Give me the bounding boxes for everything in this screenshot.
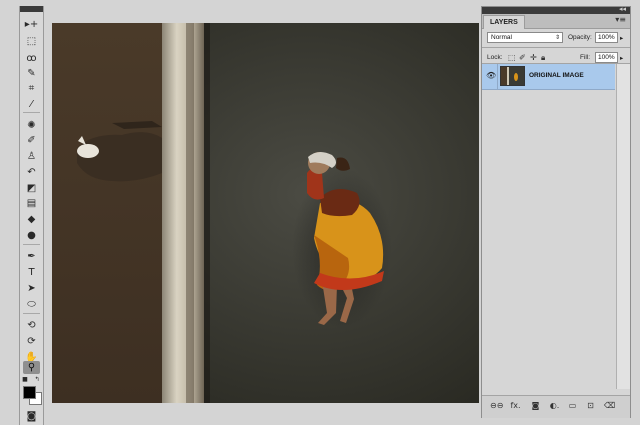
- layers-panel-titlebar[interactable]: ◂◂: [482, 5, 630, 14]
- history-brush-tool-icon[interactable]: ↶: [23, 166, 40, 179]
- path-selection-tool-icon[interactable]: ➤: [23, 282, 40, 295]
- new-group-icon[interactable]: ▭: [567, 400, 578, 411]
- tools-panel-grip[interactable]: [20, 6, 43, 12]
- tools-panel: ▸+ ⬚ ꝏ ✎ ⌗ ⁄ ✺ ✐ ♙ ↶ ◩ ▤ ◆ ● ✒ T ➤ ⬭ ⟲ ⟳ ✋ ⚲ ■ ↰ ◙: [19, 6, 44, 425]
- panel-menu-icon[interactable]: ▾≡: [615, 15, 626, 24]
- fill-label: Fill:: [580, 54, 591, 61]
- quick-selection-tool-icon[interactable]: ✎: [23, 67, 40, 80]
- foreground-color-swatch[interactable]: [23, 386, 36, 399]
- divider: [23, 244, 40, 245]
- lock-position-icon[interactable]: ✛: [530, 53, 537, 62]
- divider: [23, 112, 40, 113]
- fx-icon[interactable]: fx.: [510, 400, 521, 411]
- eyedropper-tool-icon[interactable]: ⁄: [23, 98, 40, 111]
- move-tool-icon[interactable]: ▸+: [23, 18, 40, 31]
- opacity-value: 100%: [598, 34, 615, 41]
- blur-tool-icon[interactable]: ◆: [23, 213, 40, 226]
- add-mask-icon[interactable]: ◙: [530, 400, 541, 411]
- layer-row-original-image[interactable]: 👁︎ ORIGINAL IMAGE: [482, 64, 615, 90]
- shape-tool-icon[interactable]: ⬭: [23, 298, 40, 311]
- collapse-panel-icon[interactable]: ◂◂: [619, 5, 626, 13]
- lock-label: Lock:: [487, 54, 503, 61]
- clone-stamp-tool-icon[interactable]: ♙: [23, 150, 40, 163]
- pen-tool-icon[interactable]: ✒: [23, 250, 40, 263]
- original-image: [52, 23, 479, 403]
- zoom-tool-icon[interactable]: ⚲: [23, 361, 40, 374]
- marquee-tool-icon[interactable]: ⬚: [23, 35, 40, 48]
- lock-image-pixels-icon[interactable]: ✐: [519, 53, 526, 62]
- document-canvas[interactable]: [52, 23, 479, 403]
- divider: [23, 313, 40, 314]
- 3d-rotate-tool-icon[interactable]: ⟲: [23, 319, 40, 332]
- layers-panel-tabbar: LAYERS ▾≡: [482, 14, 630, 29]
- layers-panel-footer: ⊖⊖ fx. ◙ ◐. ▭ ⊡ ⌫: [482, 395, 630, 418]
- divider: [482, 47, 630, 48]
- brush-tool-icon[interactable]: ✐: [23, 134, 40, 147]
- layer-name: ORIGINAL IMAGE: [529, 72, 584, 79]
- opacity-field[interactable]: 100%: [595, 32, 618, 43]
- layer-thumbnail: [500, 66, 525, 86]
- new-layer-icon[interactable]: ⊡: [585, 400, 596, 411]
- visibility-eye-icon[interactable]: 👁︎: [486, 71, 496, 80]
- blend-mode-value: Normal: [491, 34, 512, 41]
- fill-slider-arrow-icon[interactable]: ▸: [620, 54, 623, 62]
- dodge-tool-icon[interactable]: ●: [23, 229, 40, 242]
- lasso-tool-icon[interactable]: ꝏ: [23, 52, 40, 65]
- tab-layers[interactable]: LAYERS: [483, 15, 525, 29]
- swap-colors-icon[interactable]: ↰: [33, 376, 41, 384]
- link-layers-icon[interactable]: ⊖⊖: [490, 400, 503, 411]
- lock-transparent-pixels-icon[interactable]: ⬚: [508, 53, 516, 62]
- layers-scrollbar[interactable]: [616, 64, 630, 389]
- fill-value: 100%: [598, 54, 615, 61]
- 3d-orbit-tool-icon[interactable]: ⟳: [23, 335, 40, 348]
- lock-all-icon[interactable]: 🔒︎: [541, 53, 545, 63]
- type-tool-icon[interactable]: T: [23, 266, 40, 279]
- blend-mode-select[interactable]: Normal ⇕: [487, 32, 563, 43]
- default-colors-icon[interactable]: ■: [21, 376, 29, 384]
- opacity-label: Opacity:: [568, 34, 592, 41]
- adjustment-layer-icon[interactable]: ◐.: [549, 400, 560, 411]
- layers-panel: ◂◂ LAYERS ▾≡ Normal ⇕ Opacity: 100% ▸ Lo…: [481, 5, 631, 418]
- fill-field[interactable]: 100%: [595, 52, 618, 63]
- crop-tool-icon[interactable]: ⌗: [23, 82, 40, 95]
- delete-layer-icon[interactable]: ⌫: [604, 400, 615, 411]
- divider: [497, 64, 498, 89]
- opacity-slider-arrow-icon[interactable]: ▸: [620, 34, 623, 42]
- eraser-tool-icon[interactable]: ◩: [23, 182, 40, 195]
- dropdown-arrow-icon: ⇕: [554, 34, 560, 41]
- gradient-tool-icon[interactable]: ▤: [23, 197, 40, 210]
- quick-mask-icon[interactable]: ◙: [23, 410, 40, 423]
- spot-healing-tool-icon[interactable]: ✺: [23, 119, 40, 132]
